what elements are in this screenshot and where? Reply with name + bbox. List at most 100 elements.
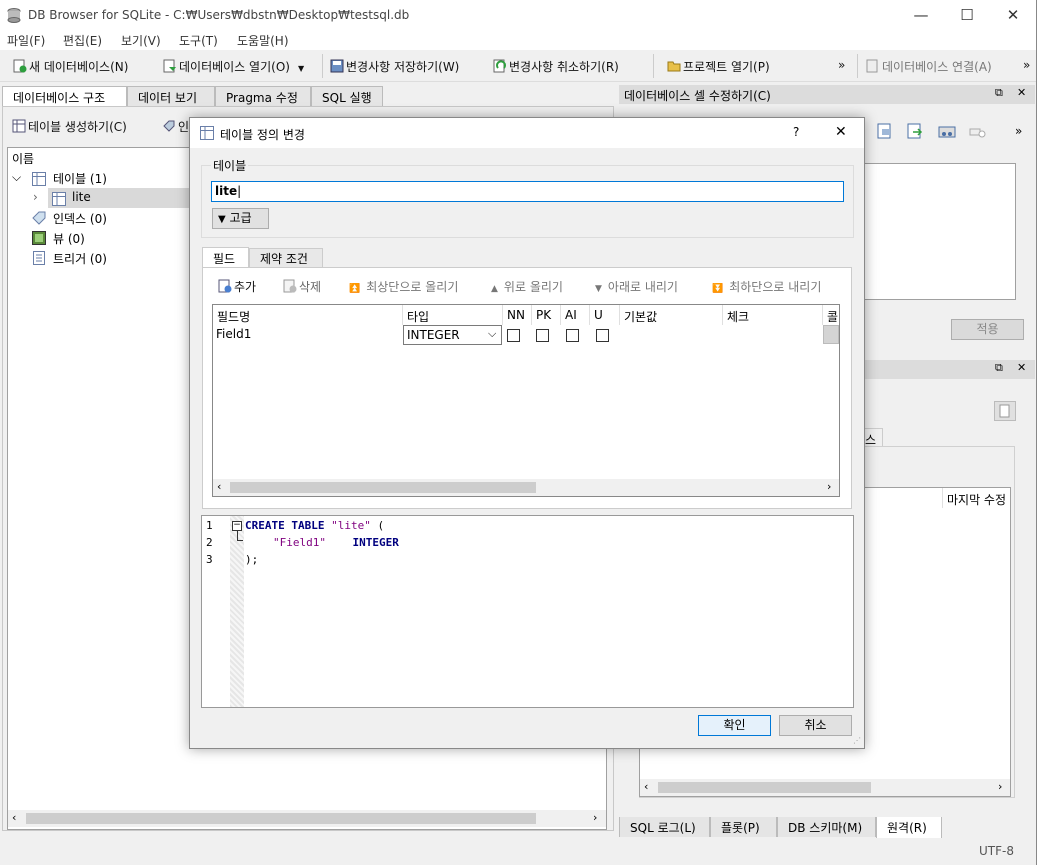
chevron-left-icon[interactable]: ‹ — [12, 811, 16, 824]
tab-remote[interactable]: 원격(R) — [876, 817, 942, 838]
import-icon[interactable] — [877, 123, 893, 139]
column-pk[interactable]: PK — [532, 305, 561, 325]
pk-checkbox[interactable] — [536, 329, 549, 342]
scrollbar-thumb[interactable] — [230, 482, 536, 493]
edit-cell-overflow[interactable]: » — [1015, 124, 1022, 138]
tree-item-tables[interactable]: 테이블 (1) — [53, 170, 107, 187]
chevron-right-icon[interactable]: › — [593, 811, 597, 824]
tab-db-schema[interactable]: DB 스키마(M) — [777, 817, 876, 837]
column-nn[interactable]: NN — [503, 305, 532, 325]
tab-sql-log[interactable]: SQL 로그(L) — [619, 817, 710, 837]
fold-collapse-icon[interactable]: − — [232, 521, 242, 531]
ok-button[interactable]: 확인 — [698, 715, 771, 736]
tab-constraints[interactable]: 제약 조건 — [249, 248, 323, 267]
maximize-button[interactable]: ☐ — [944, 0, 990, 30]
chevron-left-icon[interactable]: ‹ — [644, 780, 648, 793]
close-icon[interactable]: ✕ — [1017, 86, 1026, 99]
grid-horizontal-scrollbar[interactable]: ‹ › — [213, 479, 839, 496]
remove-field-button[interactable]: 삭제 — [283, 278, 321, 295]
export-icon[interactable] — [907, 123, 923, 139]
cancel-button[interactable]: 취소 — [779, 715, 852, 736]
schema-horizontal-scrollbar[interactable]: ‹ › — [640, 779, 1010, 796]
tab-fields[interactable]: 필드 — [202, 247, 249, 268]
apply-button[interactable]: 적용 — [951, 319, 1024, 340]
float-icon[interactable]: ⧉ — [995, 86, 1003, 100]
scrollbar-thumb[interactable] — [26, 813, 536, 824]
table-name-input[interactable]: lite| — [211, 181, 844, 202]
tree-item-triggers[interactable]: 트리거 (0) — [53, 250, 107, 267]
revert-changes-button[interactable]: 변경사항 취소하기(R) — [493, 58, 619, 75]
add-field-icon — [218, 279, 232, 293]
tree-item-views[interactable]: 뷰 (0) — [53, 230, 85, 247]
toolbar-overflow-button[interactable]: » — [838, 58, 845, 72]
chevron-down-icon[interactable]: ▼ — [298, 64, 304, 73]
close-button[interactable]: ✕ — [990, 0, 1036, 30]
resize-grip-icon[interactable]: ⋰ — [853, 736, 861, 745]
chevron-down-icon[interactable]: ⌵ — [12, 170, 34, 185]
field-type-value: INTEGER — [407, 328, 460, 342]
move-bottom-button[interactable]: ⏬ 최하단으로 내리기 — [712, 278, 821, 295]
attach-database-button[interactable]: 데이터베이스 연결(A) — [866, 58, 992, 75]
chevron-right-icon[interactable]: › — [33, 190, 38, 204]
menu-tools[interactable]: 도구(T) — [179, 32, 218, 49]
scrollbar-thumb[interactable] — [658, 782, 871, 793]
menu-file[interactable]: 파일(F) — [7, 32, 45, 49]
index-icon — [32, 211, 46, 225]
float-icon[interactable]: ⧉ — [995, 361, 1003, 375]
tab-database-structure[interactable]: 데이터베이스 구조 — [2, 86, 127, 107]
create-table-button[interactable]: 테이블 생성하기(C) — [12, 118, 127, 135]
dialog-close-button[interactable]: ✕ — [835, 124, 847, 140]
chevron-left-icon[interactable]: ‹ — [217, 480, 221, 493]
menu-help[interactable]: 도움말(H) — [237, 32, 289, 49]
edit-cell-text-area[interactable] — [862, 163, 1016, 300]
minimize-button[interactable]: — — [898, 0, 944, 30]
set-null-icon[interactable] — [938, 123, 956, 139]
help-button[interactable]: ? — [793, 125, 799, 139]
chevron-right-icon[interactable]: › — [827, 480, 831, 493]
move-top-button[interactable]: ⏫ 최상단으로 올리기 — [349, 278, 458, 295]
ai-checkbox[interactable] — [566, 329, 579, 342]
save-schema-icon[interactable] — [994, 401, 1016, 421]
field-row-name[interactable]: Field1 — [216, 327, 251, 341]
tree-horizontal-scrollbar[interactable]: ‹ › — [8, 810, 606, 827]
move-down-button[interactable]: ▼ 아래로 내리기 — [595, 278, 678, 295]
nn-checkbox[interactable] — [507, 329, 520, 342]
column-field-name[interactable]: 필드명 — [213, 305, 403, 325]
write-changes-button[interactable]: 변경사항 저장하기(W) — [330, 58, 459, 75]
field-type-select[interactable]: INTEGER ⌵ — [403, 325, 502, 345]
open-database-button[interactable]: 데이터베이스 열기(O) ▼ — [163, 58, 304, 75]
create-index-button[interactable]: 인 — [162, 118, 189, 135]
tree-item-lite[interactable]: lite — [72, 190, 91, 204]
tab-browse-data[interactable]: 데이터 보기 — [127, 86, 215, 106]
grid-vertical-scrollbar-thumb[interactable] — [823, 325, 839, 344]
column-type[interactable]: 타입 — [403, 305, 503, 325]
menu-view[interactable]: 보기(V) — [121, 32, 161, 49]
move-top-icon: ⏫ — [349, 284, 361, 294]
sql-preview[interactable]: 1 2 3 − CREATE TABLE "lite" ( "Field1" I… — [201, 515, 854, 708]
menu-edit[interactable]: 편집(E) — [63, 32, 102, 49]
tab-execute-sql[interactable]: SQL 실행 — [311, 86, 383, 106]
fold-line-end — [237, 540, 243, 541]
chevron-right-icon[interactable]: › — [998, 780, 1002, 793]
open-project-button[interactable]: 프로젝트 열기(P) — [667, 58, 770, 75]
add-field-button[interactable]: 추가 — [218, 278, 256, 295]
new-database-button[interactable]: 새 데이터베이스(N) — [13, 58, 128, 75]
column-collation[interactable]: 콜 — [823, 305, 839, 325]
tree-item-indexes[interactable]: 인덱스 (0) — [53, 210, 107, 227]
move-up-button[interactable]: ▲ 위로 올리기 — [491, 278, 563, 295]
toggle-icon[interactable] — [969, 125, 987, 139]
tab-plot[interactable]: 플롯(P) — [710, 817, 777, 837]
tree-item-lite-row[interactable] — [48, 188, 190, 208]
column-check[interactable]: 체크 — [723, 305, 823, 325]
schema-tab-partial[interactable]: 스 — [863, 428, 883, 447]
column-last-modified[interactable]: 마지막 수정 — [942, 488, 1010, 508]
advanced-toggle-button[interactable]: ▼ 고급 — [212, 208, 269, 229]
create-table-icon — [12, 119, 26, 133]
close-icon[interactable]: ✕ — [1017, 361, 1026, 374]
column-unique[interactable]: U — [590, 305, 620, 325]
column-ai[interactable]: AI — [561, 305, 590, 325]
column-default[interactable]: 기본값 — [620, 305, 723, 325]
toolbar-overflow-button-2[interactable]: » — [1023, 58, 1030, 72]
tab-edit-pragmas[interactable]: Pragma 수정 — [215, 86, 311, 106]
unique-checkbox[interactable] — [596, 329, 609, 342]
